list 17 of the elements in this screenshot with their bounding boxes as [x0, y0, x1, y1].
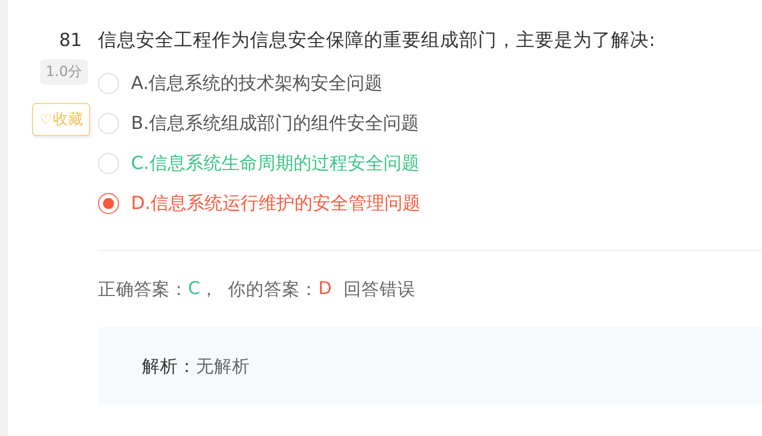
separator-text: ，	[200, 279, 218, 301]
your-answer: D	[318, 279, 332, 299]
option-label: B.信息系统组成部门的组件安全问题	[131, 112, 420, 135]
favorite-button[interactable]: ♡收藏	[32, 103, 90, 136]
score-badge: 1.0分	[40, 59, 88, 85]
option-label: D.信息系统运行维护的安全管理问题	[131, 192, 421, 215]
option-label: A.信息系统的技术架构安全问题	[131, 72, 383, 95]
option-label: C.信息系统生命周期的过程安全问题	[131, 152, 420, 175]
analysis-text: 无解析	[196, 356, 250, 378]
question-text: 信息安全工程作为信息安全保障的重要组成部门，主要是为了解决:	[98, 29, 656, 53]
question-number: 81	[59, 29, 82, 53]
your-answer-label: 你的答案：	[228, 279, 318, 301]
verdict-text: 回答错误	[344, 279, 416, 301]
correct-answer-label: 正确答案：	[98, 279, 188, 301]
analysis-label: 解析：	[142, 356, 196, 378]
radio-button[interactable]	[98, 192, 119, 214]
correct-answer: C	[188, 279, 200, 299]
